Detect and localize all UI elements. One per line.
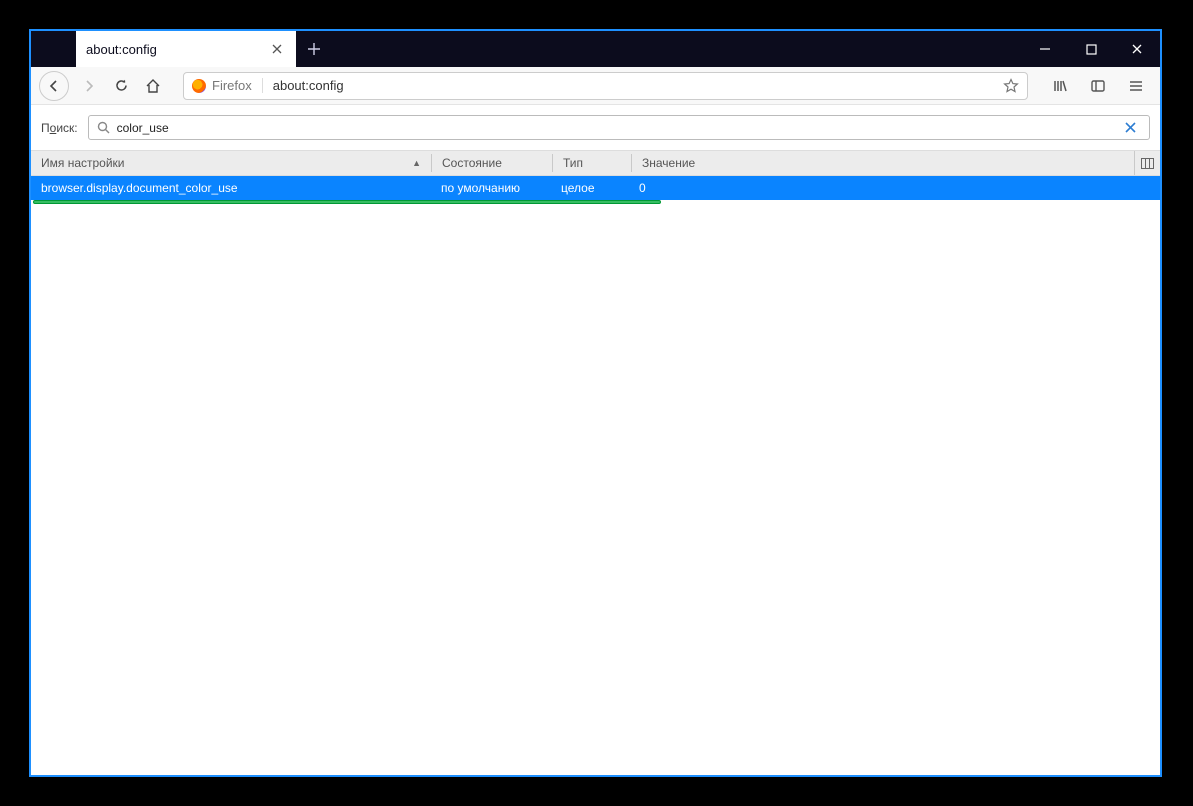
url-bar[interactable]: Firefox about:config bbox=[183, 72, 1028, 100]
browser-toolbar: Firefox about:config bbox=[31, 67, 1160, 105]
column-picker-icon[interactable] bbox=[1134, 151, 1160, 175]
column-pref-name[interactable]: Имя настройки ▲ bbox=[31, 151, 431, 175]
config-search-label: Поиск: bbox=[41, 121, 78, 135]
tab-close-icon[interactable] bbox=[268, 40, 286, 58]
url-identity-label: Firefox bbox=[212, 78, 252, 93]
cell-type: целое bbox=[551, 181, 629, 195]
window-maximize-button[interactable] bbox=[1068, 31, 1114, 67]
column-type[interactable]: Тип bbox=[553, 151, 631, 175]
config-table-header: Имя настройки ▲ Состояние Тип Значение bbox=[31, 150, 1160, 176]
window-minimize-button[interactable] bbox=[1022, 31, 1068, 67]
highlight-underline bbox=[33, 200, 661, 204]
nav-reload-button[interactable] bbox=[105, 70, 137, 102]
config-search-input[interactable] bbox=[117, 121, 1125, 135]
config-search-field[interactable] bbox=[88, 115, 1150, 140]
column-value[interactable]: Значение bbox=[632, 151, 1134, 175]
page-content: Поиск: Имя настройки bbox=[31, 105, 1160, 775]
hamburger-menu-icon[interactable] bbox=[1120, 70, 1152, 102]
cell-pref-name: browser.display.document_color_use bbox=[31, 181, 431, 195]
window-close-button[interactable] bbox=[1114, 31, 1160, 67]
nav-forward-button[interactable] bbox=[73, 70, 105, 102]
library-icon[interactable] bbox=[1044, 70, 1076, 102]
cell-value: 0 bbox=[629, 181, 1160, 195]
url-identity-box[interactable]: Firefox bbox=[192, 78, 263, 93]
nav-back-button[interactable] bbox=[39, 71, 69, 101]
window-titlebar: about:config bbox=[31, 31, 1160, 67]
bookmark-star-icon[interactable] bbox=[1003, 78, 1019, 94]
tab-title: about:config bbox=[86, 42, 268, 57]
browser-tab-active[interactable]: about:config bbox=[76, 31, 296, 67]
firefox-icon bbox=[192, 79, 206, 93]
sidebar-icon[interactable] bbox=[1082, 70, 1114, 102]
search-icon bbox=[97, 121, 111, 135]
config-search-row: Поиск: bbox=[31, 105, 1160, 150]
nav-home-button[interactable] bbox=[137, 70, 169, 102]
search-clear-icon[interactable] bbox=[1125, 122, 1141, 133]
sort-asc-icon: ▲ bbox=[412, 158, 421, 168]
cell-state: по умолчанию bbox=[431, 181, 551, 195]
column-state[interactable]: Состояние bbox=[432, 151, 552, 175]
new-tab-button[interactable] bbox=[296, 31, 332, 67]
url-text: about:config bbox=[273, 78, 1003, 93]
config-row-selected[interactable]: browser.display.document_color_use по ум… bbox=[31, 176, 1160, 200]
